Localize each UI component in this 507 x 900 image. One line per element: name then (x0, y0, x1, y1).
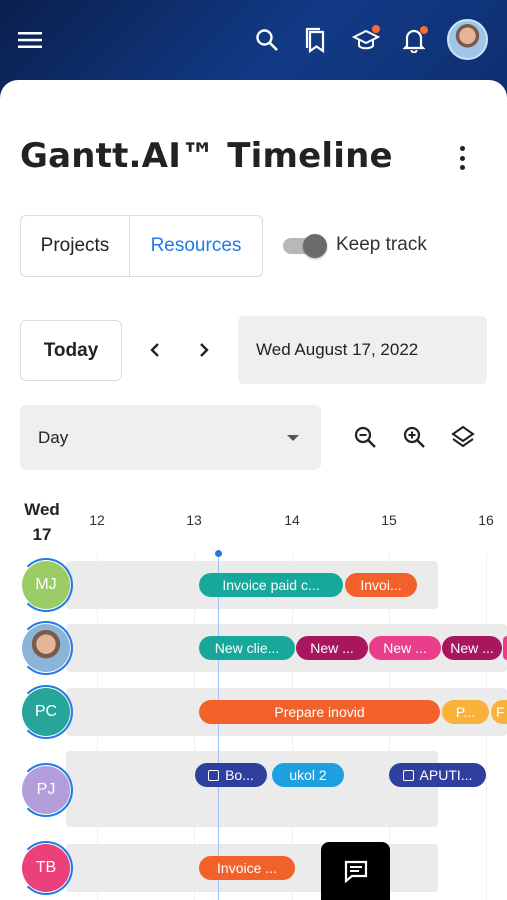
day-number: 17 (32, 525, 52, 544)
resource-avatar-photo[interactable] (19, 621, 73, 675)
notification-badge (420, 26, 428, 34)
timescale-value: Day (38, 427, 69, 447)
task-bar[interactable]: New ... (369, 636, 441, 660)
task-bar-overflow[interactable] (503, 636, 507, 660)
resource-avatar[interactable]: TB (19, 841, 73, 895)
keep-track-toggle[interactable] (283, 234, 327, 258)
hour-tick: 13 (186, 512, 202, 528)
page-title: Gantt.AI™ Timeline (20, 136, 393, 176)
task-bar[interactable]: New ... (442, 636, 502, 660)
current-day-header: Wed 17 (20, 497, 64, 547)
task-bar[interactable]: New clie... (199, 636, 295, 660)
hour-tick: 14 (284, 512, 300, 528)
resource-avatar[interactable]: MJ (19, 558, 73, 612)
user-avatar[interactable] (447, 19, 488, 60)
task-bar-label: Bo... (225, 767, 254, 783)
task-bar[interactable]: New ... (296, 636, 368, 660)
tab-projects[interactable]: Projects (21, 216, 130, 276)
calendar-icon (208, 769, 220, 781)
search-icon[interactable] (249, 22, 285, 58)
more-vertical-icon[interactable] (450, 144, 474, 172)
task-bar[interactable]: Prepare inovid (199, 700, 440, 724)
bookmarks-icon[interactable] (298, 22, 334, 58)
task-bar-label: APUTI... (419, 767, 473, 783)
hour-tick: 15 (381, 512, 397, 528)
calendar-icon (402, 769, 414, 781)
day-name: Wed (24, 500, 60, 519)
bell-icon[interactable] (396, 22, 432, 58)
hour-tick: 16 (478, 512, 494, 528)
chevron-left-icon[interactable] (143, 338, 167, 362)
chevron-right-icon[interactable] (192, 338, 216, 362)
today-button[interactable]: Today (20, 320, 122, 381)
date-picker-field[interactable]: Wed August 17, 2022 (238, 316, 487, 384)
task-bar[interactable]: Invoice paid c... (199, 573, 343, 597)
zoom-out-icon[interactable] (350, 422, 380, 452)
resource-avatar[interactable]: PJ (19, 763, 73, 817)
task-bar[interactable]: P... (442, 700, 489, 724)
task-bar[interactable]: APUTI... (389, 763, 486, 787)
chat-button[interactable] (321, 842, 390, 900)
zoom-in-icon[interactable] (399, 422, 429, 452)
timescale-select[interactable]: Day (20, 405, 321, 470)
task-bar[interactable]: Invoi... (345, 573, 417, 597)
keep-track-label: Keep track (336, 234, 427, 255)
layers-icon[interactable] (448, 422, 478, 452)
resource-avatar[interactable]: PC (19, 685, 73, 739)
current-time-line (218, 553, 219, 900)
hour-tick: 12 (89, 512, 105, 528)
current-time-marker (215, 550, 222, 557)
graduation-cap-icon[interactable] (348, 22, 384, 58)
chat-icon (344, 860, 367, 883)
academy-badge (372, 25, 380, 33)
dropdown-caret-icon (287, 435, 299, 441)
view-segmented-control: Projects Resources (20, 215, 263, 277)
menu-icon[interactable] (12, 22, 48, 58)
tab-resources[interactable]: Resources (130, 216, 262, 276)
task-bar[interactable]: ukol 2 (272, 763, 344, 787)
task-bar[interactable]: Invoice ... (199, 856, 295, 880)
task-bar[interactable]: Bo... (195, 763, 267, 787)
